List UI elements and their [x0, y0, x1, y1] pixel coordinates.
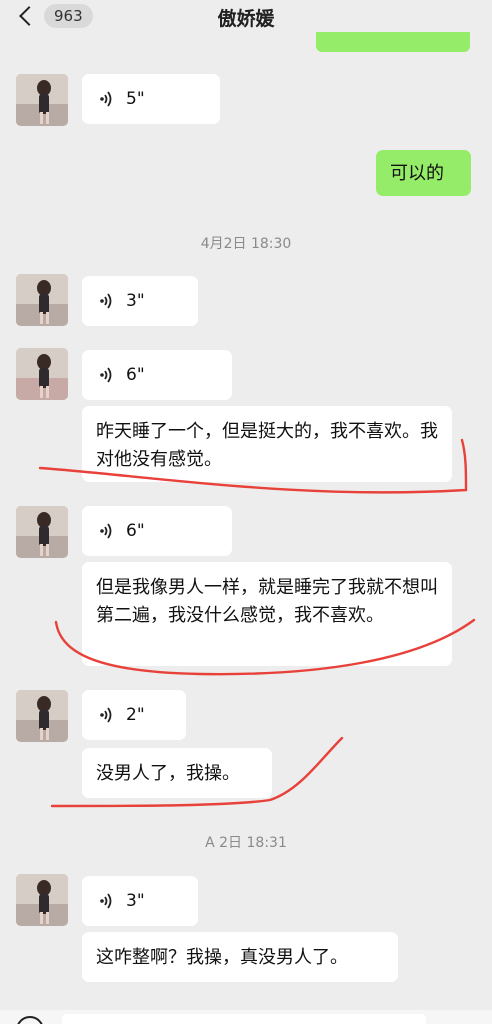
- voice-duration: 2": [126, 705, 145, 725]
- voice-wave-icon: [100, 293, 112, 309]
- message-text: 可以的: [390, 163, 444, 184]
- voice-wave-icon: [100, 707, 112, 723]
- voice-message[interactable]: 5": [82, 74, 220, 124]
- previous-sent-bubble[interactable]: [316, 32, 470, 52]
- voice-wave-icon: [100, 91, 112, 107]
- text-message[interactable]: 昨天睡了一个，但是挺大的，我不喜欢。我对他没有感觉。: [82, 406, 452, 482]
- voice-message[interactable]: 6": [82, 350, 232, 400]
- contact-avatar[interactable]: [16, 506, 68, 558]
- contact-avatar[interactable]: [16, 690, 68, 742]
- message-text: 这咋整啊？我操，真没男人了。: [96, 947, 348, 968]
- voice-wave-icon: [100, 523, 112, 539]
- voice-wave-icon: [100, 893, 112, 909]
- voice-message[interactable]: 6": [82, 506, 232, 556]
- message-input[interactable]: [62, 1014, 426, 1024]
- chat-title: 傲娇媛: [217, 8, 275, 30]
- voice-duration: 6": [126, 365, 145, 385]
- voice-message[interactable]: 2": [82, 690, 186, 740]
- voice-message[interactable]: 3": [82, 876, 198, 926]
- contact-avatar[interactable]: [16, 74, 68, 126]
- timestamp: A 2日 18:31: [205, 835, 287, 851]
- contact-avatar[interactable]: [16, 874, 68, 926]
- contact-avatar[interactable]: [16, 274, 68, 326]
- contact-avatar[interactable]: [16, 348, 68, 400]
- message-text: 昨天睡了一个，但是挺大的，我不喜欢。我对他没有感觉。: [96, 421, 438, 470]
- message-text: 但是我像男人一样，就是睡完了我就不想叫第二遍，我没什么感觉，我不喜欢。: [96, 577, 438, 626]
- voice-duration: 5": [126, 89, 145, 109]
- text-message[interactable]: 没男人了，我操。: [82, 748, 272, 798]
- text-message[interactable]: 但是我像男人一样，就是睡完了我就不想叫第二遍，我没什么感觉，我不喜欢。: [82, 562, 452, 666]
- text-message[interactable]: 这咋整啊？我操，真没男人了。: [82, 932, 398, 982]
- voice-wave-icon: [100, 367, 112, 383]
- timestamp: 4月2日 18:30: [200, 236, 292, 252]
- message-text: 没男人了，我操。: [96, 763, 240, 784]
- voice-duration: 3": [126, 891, 145, 911]
- chat-header: 963 傲娇媛: [0, 0, 492, 36]
- voice-message[interactable]: 3": [82, 276, 198, 326]
- sent-message[interactable]: 可以的: [376, 150, 471, 196]
- voice-duration: 3": [126, 291, 145, 311]
- voice-duration: 6": [126, 521, 145, 541]
